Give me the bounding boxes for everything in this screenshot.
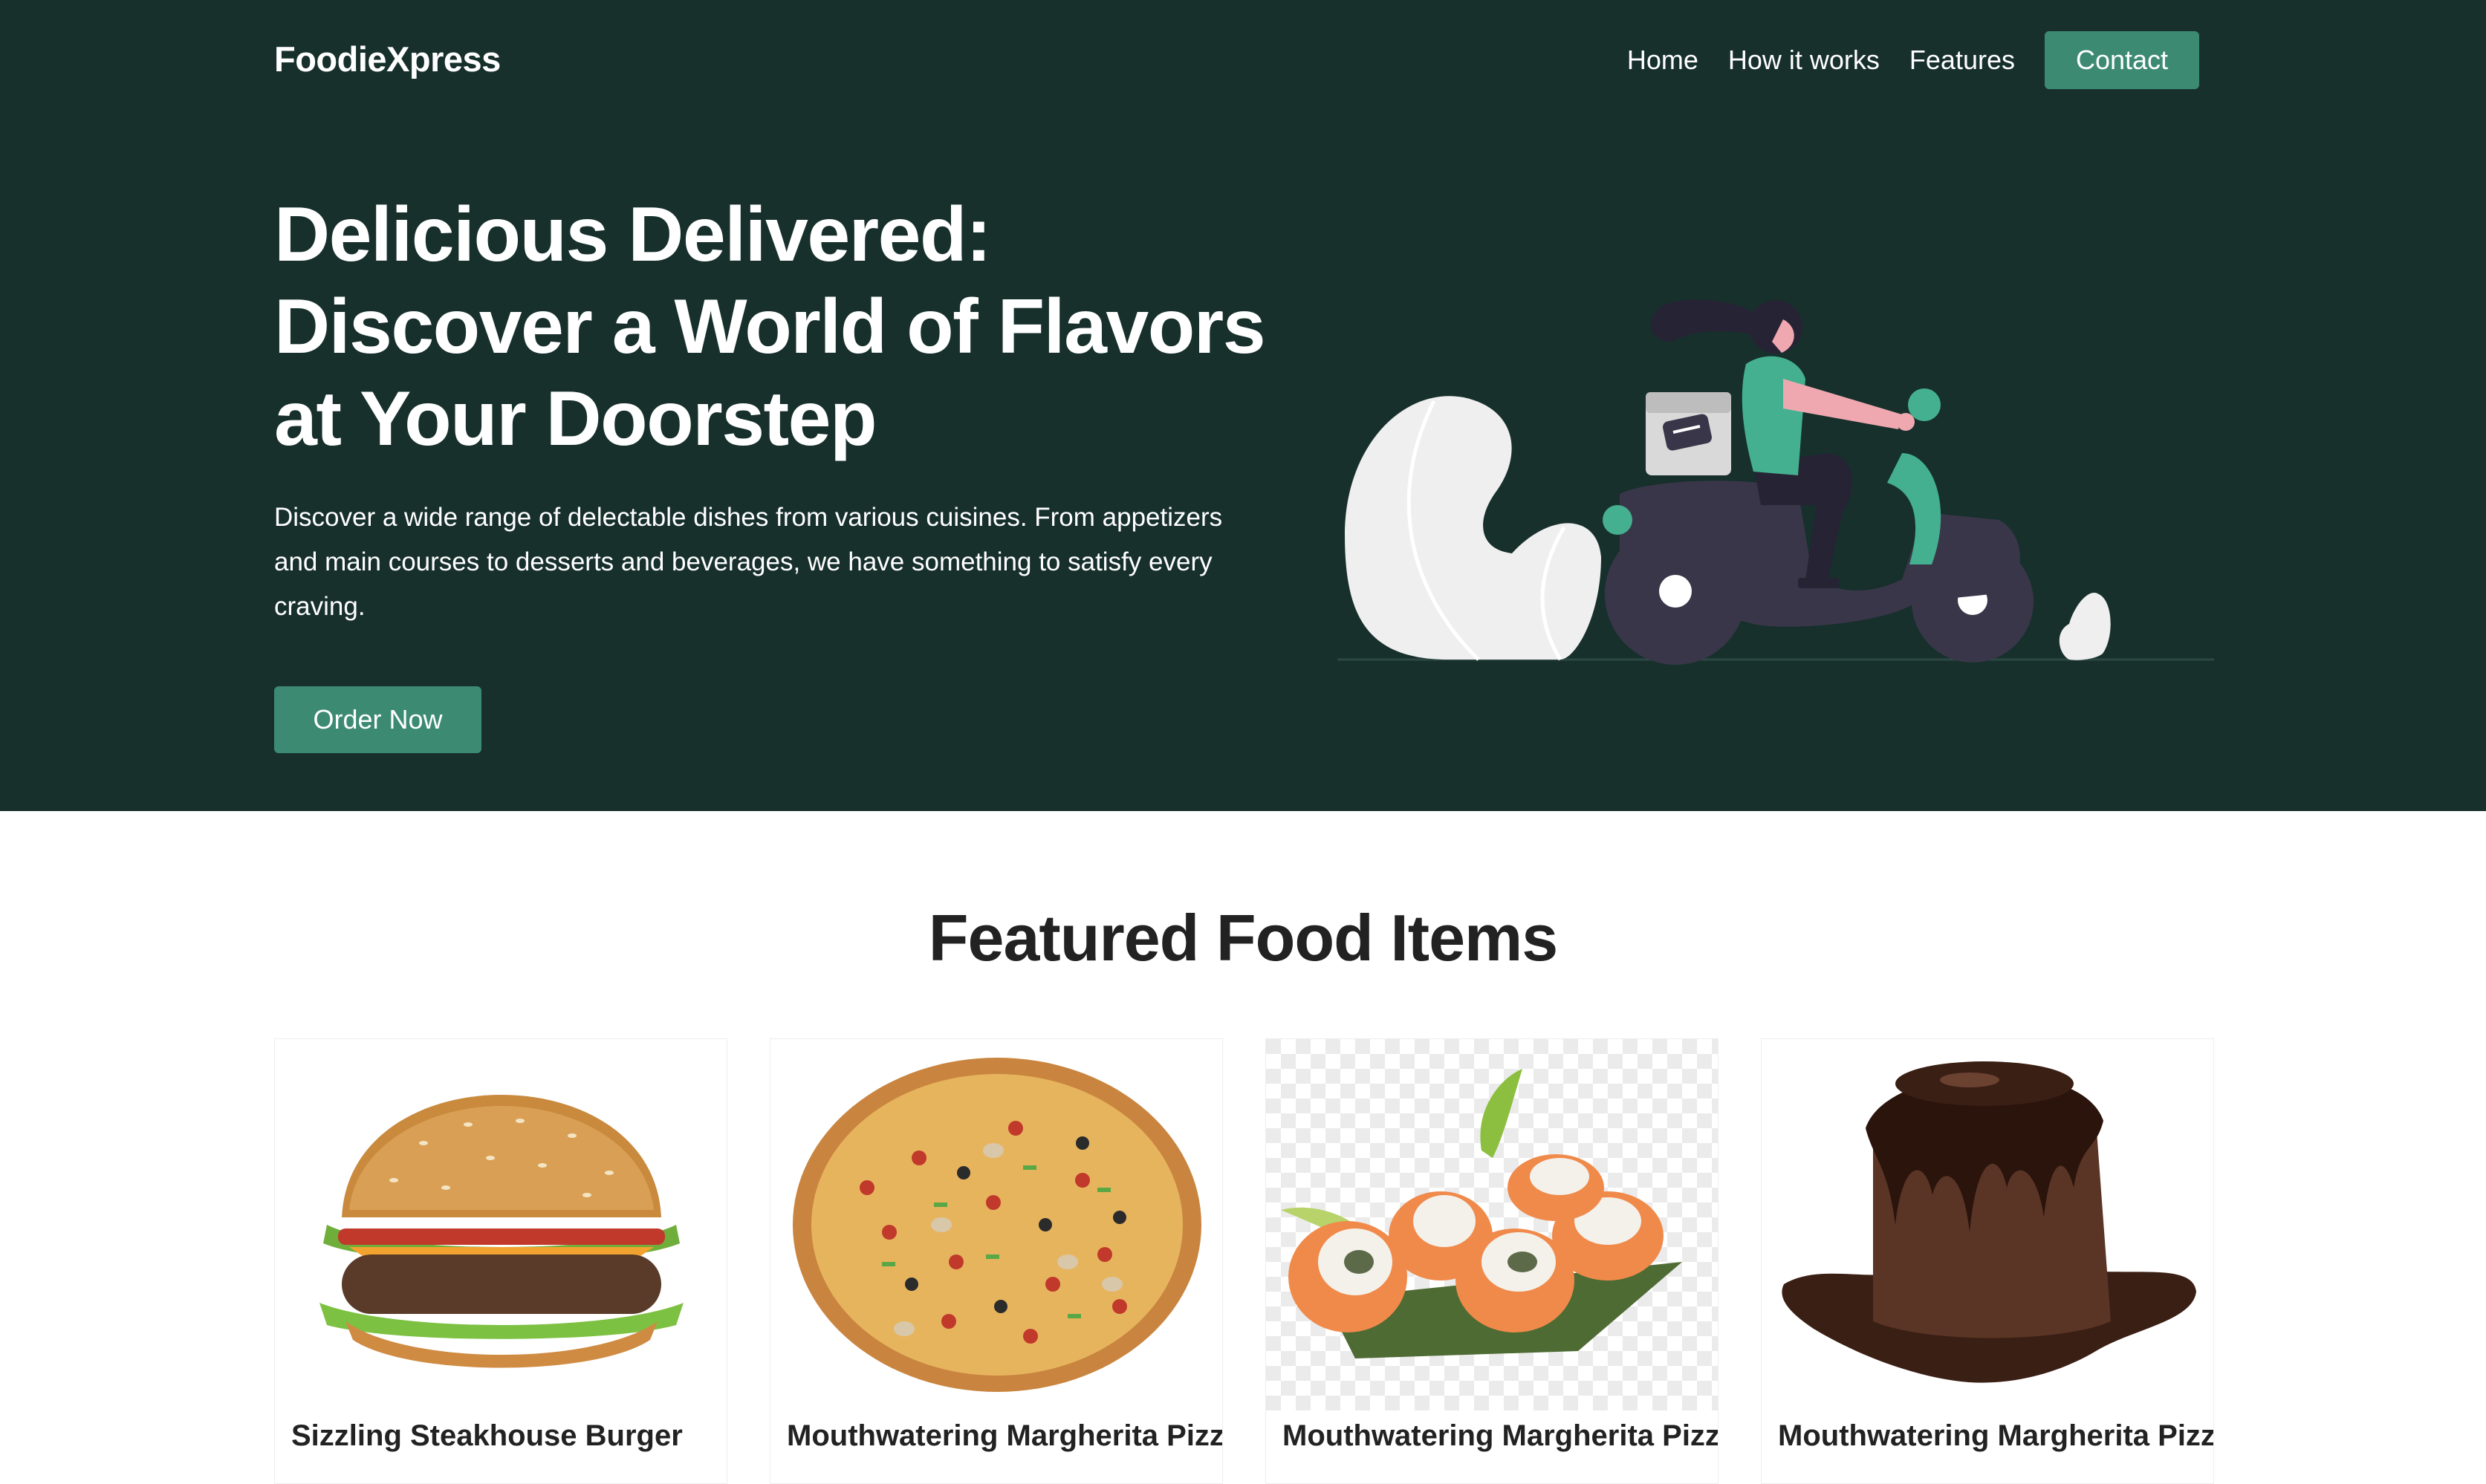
food-card-title: Mouthwatering Margherita Pizza [1778,1419,2214,1452]
food-card[interactable]: Mouthwatering Margherita Pizza [770,1038,1223,1484]
nav-home[interactable]: Home [1627,45,1698,76]
food-card-title: Mouthwatering Margherita Pizza [1282,1419,1719,1452]
featured-section-title: Featured Food Items [928,901,1558,974]
food-card-title: Sizzling Steakhouse Burger [291,1419,683,1452]
hero-description: Discover a wide range of delectable dish… [274,503,1223,621]
food-card-title: Mouthwatering Margherita Pizza [787,1419,1223,1452]
food-card[interactable]: Mouthwatering Margherita Pizza [1761,1038,2214,1484]
nav-features[interactable]: Features [1909,45,2015,76]
rider-hair [1650,299,1753,342]
nav-how-it-works[interactable]: How it works [1728,45,1880,76]
main-nav: Home How it works Features Contact [1597,31,2199,89]
rider-shirt [1742,356,1805,475]
leaf-shape-small [2059,593,2111,660]
sushi-image [1266,1039,1718,1410]
burger-image [275,1039,727,1410]
lava-cake-image [1762,1039,2213,1410]
delivery-scooter-illustration [1337,299,2214,665]
order-now-button[interactable]: Order Now [274,686,481,753]
hero-headline: Delicious Delivered: Discover a World of… [274,192,1266,462]
brand-logo[interactable]: FoodieXpress [274,39,501,79]
contact-button[interactable]: Contact [2045,31,2199,89]
food-card[interactable]: Sizzling Steakhouse Burger [274,1038,727,1484]
hero-section: FoodieXpress Home How it works Features … [0,0,2486,811]
scooter-front-cover [1887,453,1941,564]
food-card[interactable]: Mouthwatering Margherita Pizza [1265,1038,1719,1484]
pizza-image [770,1039,1222,1410]
